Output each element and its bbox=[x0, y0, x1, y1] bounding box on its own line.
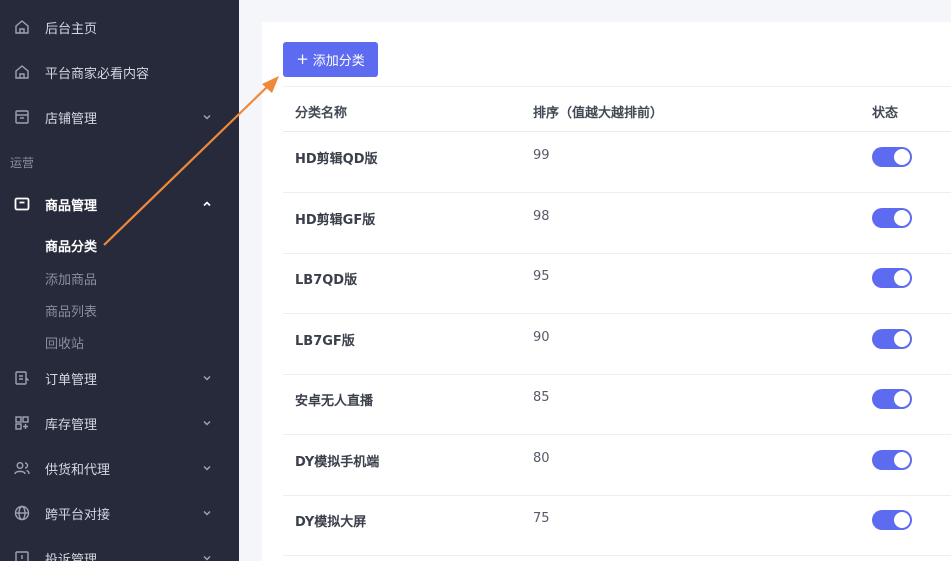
sidebar-subitem-product-category[interactable]: 商品分类 bbox=[45, 236, 97, 255]
sidebar-subitem-product-list[interactable]: 商品列表 bbox=[45, 301, 97, 320]
sidebar-item-label: 跨平台对接 bbox=[45, 507, 111, 523]
toggle-knob bbox=[894, 210, 910, 226]
grid-icon bbox=[13, 414, 31, 432]
chevron-down-icon bbox=[200, 461, 214, 475]
table-row: LB7GF版 90 bbox=[283, 314, 951, 375]
sidebar-item-supply-agency[interactable]: 供货和代理 bbox=[0, 448, 239, 488]
sort-value-cell: 85 bbox=[533, 390, 550, 405]
category-name-cell: DY模拟大屏 bbox=[295, 515, 367, 530]
category-name-cell: HD剪辑QD版 bbox=[295, 152, 378, 167]
sidebar: 后台主页 平台商家必看内容 店铺管理 运营 商品管理 商品分类 添加商品 商品列… bbox=[0, 0, 239, 561]
sidebar-item-label: 后台主页 bbox=[45, 21, 98, 37]
sidebar-item-label: 库存管理 bbox=[45, 417, 98, 433]
sort-value-cell: 98 bbox=[533, 209, 550, 224]
complaint-icon bbox=[13, 549, 31, 561]
chevron-down-icon bbox=[200, 551, 214, 561]
sort-value-cell: 99 bbox=[533, 148, 550, 163]
sort-value-cell: 80 bbox=[533, 451, 550, 466]
toggle-knob bbox=[894, 512, 910, 528]
sidebar-subitem-add-product[interactable]: 添加商品 bbox=[45, 269, 97, 288]
table-row: DY模拟大屏 75 bbox=[283, 495, 951, 556]
chevron-down-icon bbox=[200, 506, 214, 520]
sidebar-item-label: 平台商家必看内容 bbox=[45, 66, 150, 82]
toggle-knob bbox=[894, 452, 910, 468]
toggle-knob bbox=[894, 391, 910, 407]
toggle-knob bbox=[894, 331, 910, 347]
chevron-down-icon bbox=[200, 371, 214, 385]
status-toggle[interactable] bbox=[872, 450, 912, 470]
store-icon bbox=[13, 108, 31, 126]
table-row: HD剪辑GF版 98 bbox=[283, 193, 951, 254]
status-toggle[interactable] bbox=[872, 510, 912, 530]
toggle-knob bbox=[894, 270, 910, 286]
sidebar-item-cross-platform[interactable]: 跨平台对接 bbox=[0, 493, 239, 533]
table-header: 分类名称 排序（值越大越排前） 状态 bbox=[283, 86, 951, 132]
order-icon bbox=[13, 369, 31, 387]
category-name-cell: HD剪辑GF版 bbox=[295, 213, 376, 228]
sort-value-cell: 95 bbox=[533, 269, 550, 284]
sidebar-item-complaints[interactable]: 投诉管理 bbox=[0, 538, 239, 561]
table-row: 安卓无人直播 85 bbox=[283, 374, 951, 435]
table-row: LB7QD版 95 bbox=[283, 253, 951, 314]
sidebar-item-label: 商品管理 bbox=[45, 198, 98, 214]
add-category-label: 添加分类 bbox=[312, 54, 365, 69]
status-toggle[interactable] bbox=[872, 147, 912, 167]
sidebar-item-store[interactable]: 店铺管理 bbox=[0, 97, 239, 137]
chevron-down-icon bbox=[200, 416, 214, 430]
sort-value-cell: 75 bbox=[533, 511, 550, 526]
home-icon bbox=[13, 63, 31, 81]
box-icon bbox=[13, 195, 31, 213]
column-header-status: 状态 bbox=[872, 106, 899, 121]
category-name-cell: DY模拟手机端 bbox=[295, 455, 380, 470]
status-toggle[interactable] bbox=[872, 208, 912, 228]
sort-value-cell: 90 bbox=[533, 330, 550, 345]
plus-icon: + bbox=[296, 50, 309, 68]
sidebar-item-merchant-notice[interactable]: 平台商家必看内容 bbox=[0, 52, 239, 92]
table-row: DY模拟手机端 80 bbox=[283, 435, 951, 496]
table-row: HD剪辑QD版 99 bbox=[283, 132, 951, 193]
toggle-knob bbox=[894, 149, 910, 165]
sidebar-item-label: 订单管理 bbox=[45, 372, 98, 388]
status-toggle[interactable] bbox=[872, 329, 912, 349]
sidebar-subitem-recycle-bin[interactable]: 回收站 bbox=[45, 333, 84, 352]
section-label-operations: 运营 bbox=[10, 156, 35, 170]
status-toggle[interactable] bbox=[872, 268, 912, 288]
sidebar-item-home[interactable]: 后台主页 bbox=[0, 7, 239, 47]
sidebar-item-label: 供货和代理 bbox=[45, 462, 111, 478]
add-category-button[interactable]: + 添加分类 bbox=[283, 42, 378, 77]
category-name-cell: 安卓无人直播 bbox=[295, 394, 374, 409]
sidebar-item-products[interactable]: 商品管理 bbox=[0, 184, 239, 224]
category-name-cell: LB7QD版 bbox=[295, 273, 358, 288]
status-toggle[interactable] bbox=[872, 389, 912, 409]
chevron-down-icon bbox=[200, 110, 214, 124]
column-header-name: 分类名称 bbox=[295, 106, 348, 121]
chevron-up-icon bbox=[200, 197, 214, 211]
home-icon bbox=[13, 18, 31, 36]
sidebar-item-inventory[interactable]: 库存管理 bbox=[0, 403, 239, 443]
category-name-cell: LB7GF版 bbox=[295, 334, 355, 349]
globe-icon bbox=[13, 504, 31, 522]
sidebar-item-orders[interactable]: 订单管理 bbox=[0, 358, 239, 398]
sidebar-item-label: 店铺管理 bbox=[45, 111, 98, 127]
column-header-sort: 排序（值越大越排前） bbox=[533, 106, 664, 121]
sidebar-item-label: 投诉管理 bbox=[45, 552, 98, 561]
users-icon bbox=[13, 459, 31, 477]
